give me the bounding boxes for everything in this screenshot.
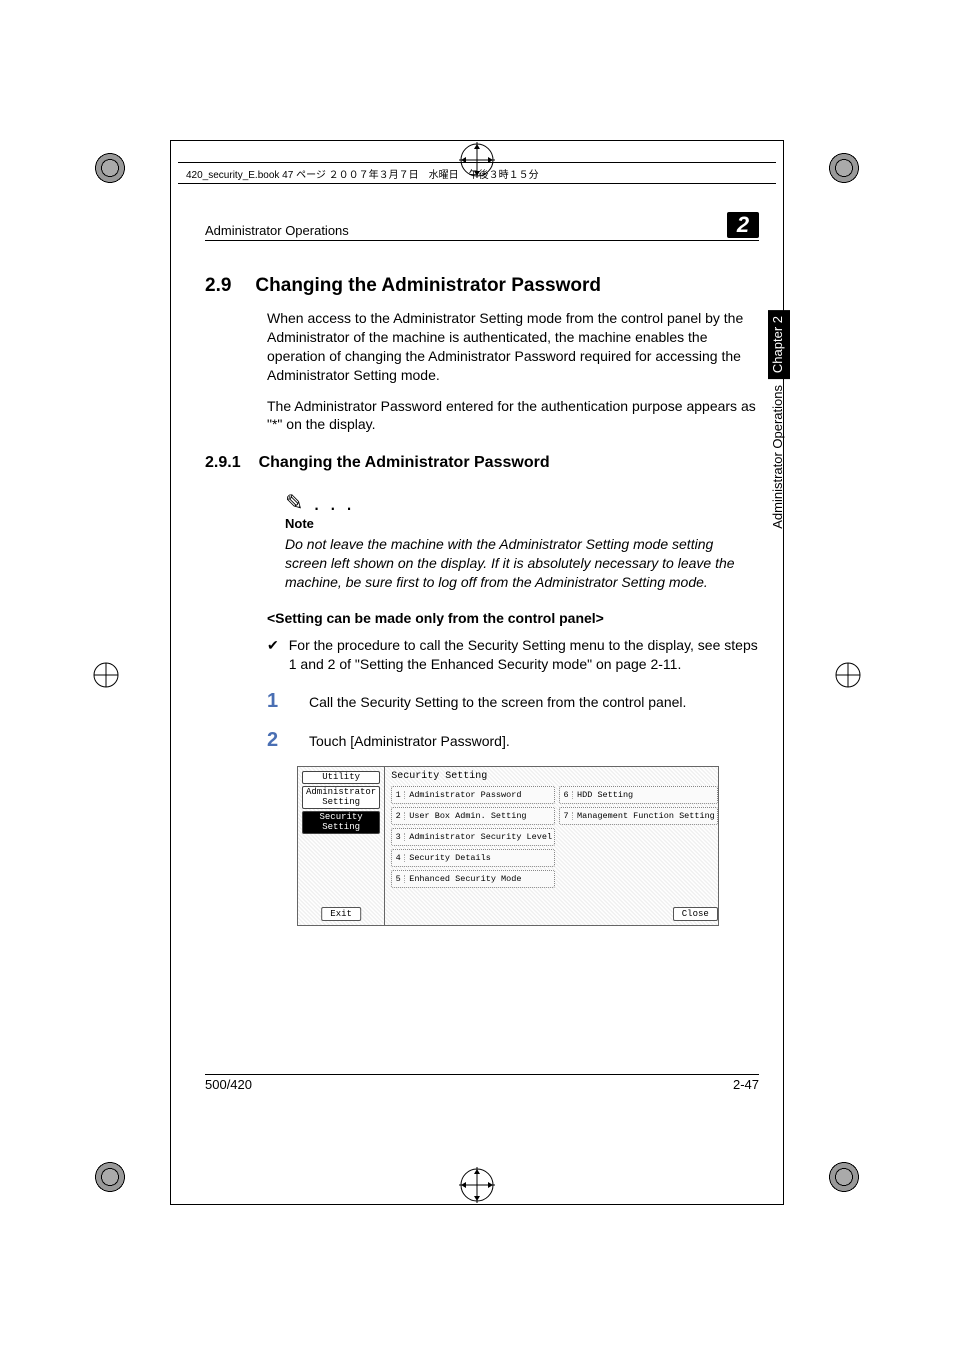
book-header-strip: 420_security_E.book 47 ページ ２００７年３月７日 水曜日… (178, 162, 776, 184)
note-icon: ✎ . . . (285, 490, 759, 516)
opt-hdd-setting[interactable]: 6HDD Setting (559, 786, 718, 804)
step-1-number: 1 (267, 690, 287, 713)
registration-mark-bottom-left (92, 1159, 128, 1195)
section-title: Changing the Administrator Password (255, 275, 601, 297)
panel-exit-button[interactable]: Exit (321, 907, 361, 921)
opt-enhanced-security[interactable]: 5Enhanced Security Mode (391, 870, 555, 888)
panel-left-column: Utility Administrator Setting Security S… (298, 767, 385, 925)
note-label: Note (285, 516, 759, 531)
side-chapter-tabs: Chapter 2 Administrator Operations (768, 310, 790, 600)
side-tab-chapter: Chapter 2 (768, 310, 790, 379)
footer-page: 2-47 (733, 1077, 759, 1092)
device-screenshot: Utility Administrator Setting Security S… (297, 766, 719, 926)
step-1: 1 Call the Security Setting to the scree… (267, 690, 759, 713)
side-tab-section: Administrator Operations (768, 379, 790, 535)
subsection-title: Changing the Administrator Password (259, 454, 550, 472)
panel-tab-utility[interactable]: Utility (302, 771, 380, 784)
section-number: 2.9 (205, 275, 231, 297)
side-reg-left (92, 661, 120, 689)
note-block: ✎ . . . Note Do not leave the machine wi… (285, 490, 759, 592)
side-reg-right (834, 661, 862, 689)
page-footer: 500/420 2-47 (205, 1074, 759, 1092)
page-content: Administrator Operations 2 2.9 Changing … (205, 212, 759, 1092)
step-2-text: Touch [Administrator Password]. (309, 729, 510, 749)
opt-admin-password[interactable]: 1Administrator Password (391, 786, 555, 804)
panel-right-column: Security Setting 1Administrator Password… (385, 767, 724, 925)
note-text: Do not leave the machine with the Admini… (285, 535, 759, 592)
running-header-text: Administrator Operations (205, 223, 349, 238)
registration-mark-bottom-right (826, 1159, 862, 1195)
panel-tab-security-setting[interactable]: Security Setting (302, 811, 380, 834)
chapter-badge: 2 (727, 212, 759, 238)
running-header: Administrator Operations 2 (205, 212, 759, 241)
step-1-text: Call the Security Setting to the screen … (309, 690, 686, 710)
opt-mgmt-function[interactable]: 7Management Function Setting (559, 807, 718, 825)
registration-mark-top-right (826, 150, 862, 186)
opt-admin-sec-level[interactable]: 3Administrator Security Level (391, 828, 555, 846)
registration-mark-top-left (92, 150, 128, 186)
paragraph-2: The Administrator Password entered for t… (267, 397, 759, 435)
check-text: For the procedure to call the Security S… (289, 636, 759, 674)
check-icon: ✔ (267, 636, 279, 674)
footer-model: 500/420 (205, 1077, 252, 1092)
setting-heading: <Setting can be made only from the contr… (267, 610, 759, 626)
panel-title: Security Setting (391, 771, 718, 782)
panel-tab-admin-setting[interactable]: Administrator Setting (302, 786, 380, 809)
check-bullet: ✔ For the procedure to call the Security… (267, 636, 759, 674)
paragraph-1: When access to the Administrator Setting… (267, 309, 759, 385)
opt-security-details[interactable]: 4Security Details (391, 849, 555, 867)
step-2-number: 2 (267, 729, 287, 752)
panel-close-button[interactable]: Close (673, 907, 718, 921)
opt-userbox-admin[interactable]: 2User Box Admin. Setting (391, 807, 555, 825)
subsection-number: 2.9.1 (205, 454, 241, 472)
step-2: 2 Touch [Administrator Password]. (267, 729, 759, 752)
